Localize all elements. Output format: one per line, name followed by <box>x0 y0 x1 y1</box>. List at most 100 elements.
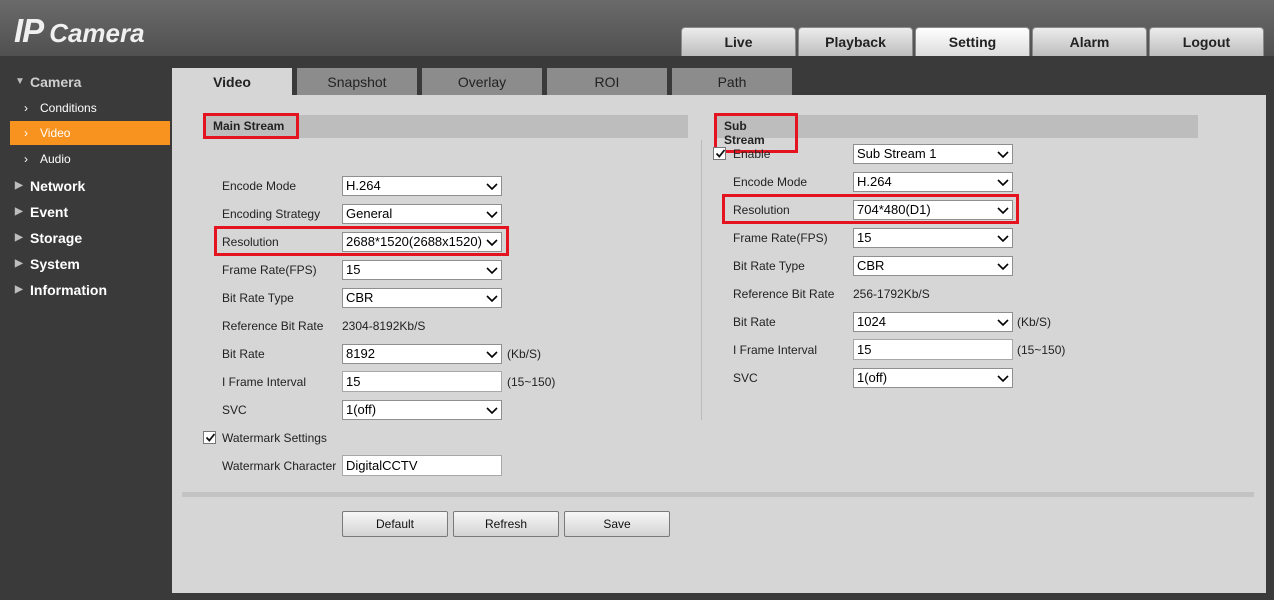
select-value: 1024 <box>857 314 886 329</box>
header: IP Camera Live Playback Setting Alarm Log… <box>0 0 1274 56</box>
main-encode-mode-select[interactable]: H.264 <box>342 176 502 196</box>
sub-stream-enable-checkbox[interactable] <box>713 147 726 160</box>
sub-stream-select[interactable]: Sub Stream 1 <box>853 144 1013 164</box>
main-bit-rate-select[interactable]: 8192 <box>342 344 502 364</box>
sub-bit-rate-select[interactable]: 1024 <box>853 312 1013 332</box>
frame-rate-label: Frame Rate(FPS) <box>222 263 317 277</box>
main-bit-rate-type-select[interactable]: CBR <box>342 288 502 308</box>
tab-video[interactable]: Video <box>172 68 292 95</box>
tab-setting[interactable]: Setting <box>915 27 1030 56</box>
sidebar-item-label: Camera <box>30 74 82 90</box>
sidebar-item-system[interactable]: ▶ System <box>0 252 172 276</box>
watermark-settings-checkbox[interactable] <box>203 431 216 444</box>
default-button[interactable]: Default <box>342 511 448 537</box>
select-value: General <box>346 206 393 221</box>
tab-overlay[interactable]: Overlay <box>422 68 542 95</box>
bit-rate-type-label: Bit Rate Type <box>733 259 805 273</box>
tab-playback[interactable]: Playback <box>798 27 913 56</box>
sidebar-item-event[interactable]: ▶ Event <box>0 200 172 224</box>
stream-divider <box>701 140 702 420</box>
main-encoding-strategy-select[interactable]: General <box>342 204 502 224</box>
select-value: CBR <box>857 258 885 273</box>
sidebar-item-network[interactable]: ▶ Network <box>0 174 172 198</box>
logo-ip: IP <box>14 12 44 49</box>
tab-path[interactable]: Path <box>672 68 792 95</box>
sub-svc-select[interactable]: 1(off) <box>853 368 1013 388</box>
bit-rate-label: Bit Rate <box>222 347 265 361</box>
select-value: 15 <box>346 262 361 277</box>
watermark-character-input[interactable] <box>342 455 502 476</box>
sidebar-item-camera[interactable]: ▼ Camera <box>0 70 172 94</box>
chevron-down-icon <box>997 235 1009 243</box>
sub-frame-rate-select[interactable]: 15 <box>853 228 1013 248</box>
svc-label: SVC <box>222 403 247 417</box>
enable-label: Enable <box>733 147 771 161</box>
select-value: Sub Stream 1 <box>857 146 937 161</box>
chevron-down-icon <box>486 351 498 359</box>
chevron-down-icon <box>997 263 1009 271</box>
tab-snapshot[interactable]: Snapshot <box>297 68 417 95</box>
tab-live[interactable]: Live <box>681 27 796 56</box>
sub-bit-rate-type-select[interactable]: CBR <box>853 256 1013 276</box>
save-button[interactable]: Save <box>564 511 670 537</box>
chevron-right-icon: › <box>24 152 28 166</box>
chevron-down-icon <box>486 295 498 303</box>
sidebar-item-audio[interactable]: › Audio <box>10 147 170 171</box>
tab-alarm[interactable]: Alarm <box>1032 27 1147 56</box>
bit-rate-label: Bit Rate <box>733 315 776 329</box>
chevron-down-icon <box>997 179 1009 187</box>
sub-resolution-select[interactable]: 704*480(D1) <box>853 200 1013 220</box>
sub-tabs: Video Snapshot Overlay ROI Path <box>172 68 792 95</box>
sidebar-item-label: Network <box>30 178 86 194</box>
main-resolution-select[interactable]: 2688*1520(2688x1520) <box>342 232 502 252</box>
i-frame-interval-label: I Frame Interval <box>733 343 818 357</box>
encode-mode-label: Encode Mode <box>733 175 808 189</box>
sidebar-item-information[interactable]: ▶ Information <box>0 278 172 302</box>
top-nav: Live Playback Setting Alarm Logout <box>681 27 1264 56</box>
svc-label: SVC <box>733 371 758 385</box>
triangle-down-icon: ▼ <box>15 76 25 87</box>
main-i-frame-interval-input[interactable] <box>342 371 502 392</box>
select-value: 8192 <box>346 346 375 361</box>
sub-i-frame-range: (15~150) <box>1017 343 1066 357</box>
main-stream-title: Main Stream <box>203 113 299 139</box>
triangle-right-icon: ▶ <box>15 206 23 217</box>
select-value: 15 <box>857 230 872 245</box>
chevron-down-icon <box>486 183 498 191</box>
chevron-down-icon <box>486 211 498 219</box>
chevron-right-icon: › <box>24 126 28 140</box>
sidebar-item-video[interactable]: › Video <box>10 121 170 145</box>
sidebar-item-label: System <box>30 256 80 272</box>
triangle-right-icon: ▶ <box>15 232 23 243</box>
sub-reference-bit-rate-value: 256-1792Kb/S <box>853 287 930 301</box>
select-value: 2688*1520(2688x1520) <box>346 234 482 249</box>
sub-i-frame-interval-input[interactable] <box>853 339 1013 360</box>
encode-mode-label: Encode Mode <box>222 179 297 193</box>
sidebar-item-label: Audio <box>40 152 71 166</box>
resolution-label: Resolution <box>222 235 279 249</box>
sidebar-item-storage[interactable]: ▶ Storage <box>0 226 172 250</box>
tab-roi[interactable]: ROI <box>547 68 667 95</box>
encoding-strategy-label: Encoding Strategy <box>222 207 321 221</box>
sidebar-item-label: Event <box>30 204 69 220</box>
sidebar-item-label: Information <box>30 282 107 298</box>
chevron-down-icon <box>486 239 498 247</box>
main-svc-select[interactable]: 1(off) <box>342 400 502 420</box>
frame-rate-label: Frame Rate(FPS) <box>733 231 828 245</box>
tab-logout[interactable]: Logout <box>1149 27 1264 56</box>
sidebar-item-conditions[interactable]: › Conditions <box>10 96 170 120</box>
refresh-button[interactable]: Refresh <box>453 511 559 537</box>
sidebar-item-label: Video <box>40 126 71 140</box>
logo: IP Camera <box>14 12 145 50</box>
sub-bit-rate-unit: (Kb/S) <box>1017 315 1052 329</box>
main-frame-rate-select[interactable]: 15 <box>342 260 502 280</box>
sub-encode-mode-select[interactable]: H.264 <box>853 172 1013 192</box>
checkmark-icon <box>715 149 726 158</box>
chevron-right-icon: › <box>24 101 28 115</box>
main-bit-rate-unit: (Kb/S) <box>507 347 542 361</box>
triangle-right-icon: ▶ <box>15 284 23 295</box>
chevron-down-icon <box>997 375 1009 383</box>
sidebar-item-label: Storage <box>30 230 83 246</box>
bit-rate-type-label: Bit Rate Type <box>222 291 294 305</box>
reference-bit-rate-label: Reference Bit Rate <box>733 287 835 301</box>
